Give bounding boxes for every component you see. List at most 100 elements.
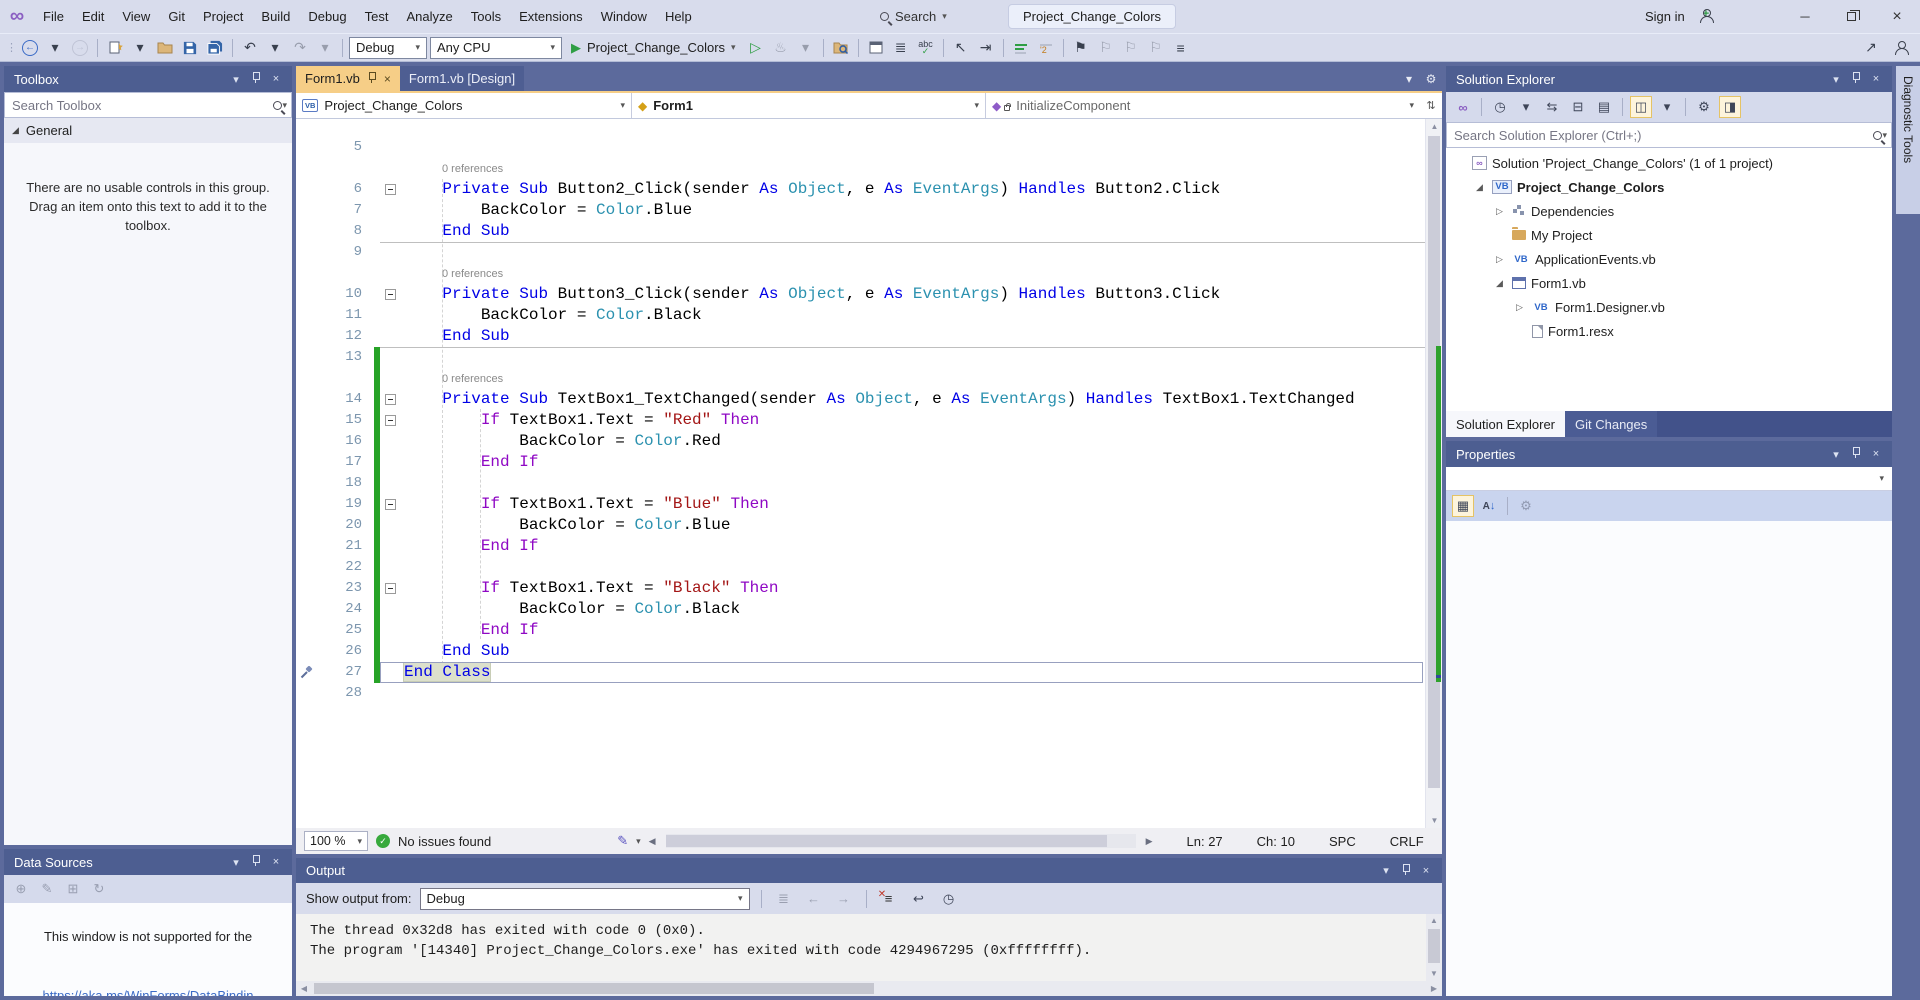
nesting-options-icon[interactable]: ◫ (1630, 96, 1652, 118)
property-pages-wrench-icon[interactable]: ⚙ (1515, 495, 1537, 517)
next-bookmark-button[interactable]: ⚐ (1120, 37, 1142, 59)
chevron-down-icon[interactable]: ▾ (942, 11, 947, 22)
find-message-icon[interactable]: ≣ (773, 888, 795, 910)
expander-collapsed-icon[interactable]: ▷ (1512, 302, 1527, 313)
code-row-23[interactable]: 23 If TextBox1.Text = "Black" Then (296, 578, 1425, 599)
save-all-button[interactable] (204, 37, 226, 59)
toolbar-overflow-button[interactable]: ≡ (1170, 37, 1192, 59)
start-without-debugging-button[interactable]: ▷ (745, 37, 767, 59)
save-button[interactable] (179, 37, 201, 59)
undo-button[interactable]: ↶ (239, 37, 261, 59)
solution-explorer-search-input[interactable] (1447, 123, 1873, 147)
window-position-chevron-icon[interactable]: ▾ (1826, 73, 1846, 86)
code-row-16[interactable]: 16 BackColor = Color.Red (296, 431, 1425, 452)
expander-expanded-icon[interactable]: ◢ (1472, 182, 1487, 193)
solution-explorer-search[interactable]: ▾ (1446, 122, 1892, 148)
start-debugging-button[interactable]: ▶ Project_Change_Colors ▾ (565, 37, 742, 59)
codelens-references[interactable]: 0 references (442, 373, 503, 385)
close-icon[interactable]: × (1866, 448, 1886, 460)
edit-data-source-icon[interactable]: ✎ (36, 878, 58, 900)
menu-build[interactable]: Build (252, 0, 299, 33)
code-row-8[interactable]: 8 End Sub (296, 221, 1425, 242)
tree-item-applicationevents-vb[interactable]: ▷VBApplicationEvents.vb (1446, 247, 1892, 271)
navigate-back-button[interactable]: ← (19, 37, 41, 59)
restore-button[interactable] (1828, 0, 1874, 33)
code-row-13[interactable]: 13 (296, 347, 1425, 368)
outlining-margin[interactable] (380, 578, 402, 599)
window-position-chevron-icon[interactable]: ▾ (226, 856, 246, 869)
code-row-18[interactable]: 18 (296, 473, 1425, 494)
close-icon[interactable]: × (266, 856, 286, 868)
code-row-12[interactable]: 12 End Sub (296, 326, 1425, 347)
solution-platform-dropdown[interactable]: Any CPU▾ (430, 37, 562, 59)
code-row-26[interactable]: 26 End Sub (296, 641, 1425, 662)
code-row-17[interactable]: 17 End If (296, 452, 1425, 473)
navigate-back-chevron-icon[interactable]: ▾ (44, 37, 66, 59)
preview-window-button[interactable] (865, 37, 887, 59)
type-dropdown[interactable]: ◆ Form1 ▾ (632, 93, 986, 118)
code-row-9[interactable]: 9 (296, 242, 1425, 263)
code-row-27[interactable]: 27End Class (296, 662, 1425, 683)
tree-item-dependencies[interactable]: ▷Dependencies (1446, 199, 1892, 223)
close-icon[interactable]: × (266, 73, 286, 85)
menu-debug[interactable]: Debug (299, 0, 355, 33)
tree-item-form1-resx[interactable]: Form1.resx (1446, 319, 1892, 343)
editor-horizontal-scrollbar[interactable] (666, 834, 1136, 848)
chevron-down-icon[interactable]: ▾ (636, 836, 641, 847)
code-row-10[interactable]: 10 Private Sub Button3_Click(sender As O… (296, 284, 1425, 305)
switch-views-icon[interactable]: ∞ (1452, 96, 1474, 118)
tab-form1-vb-design[interactable]: Form1.vb [Design] (400, 66, 524, 91)
window-position-chevron-icon[interactable]: ▾ (226, 73, 246, 86)
previous-bookmark-button[interactable]: ⚐ (1095, 37, 1117, 59)
outlining-margin[interactable] (380, 410, 402, 431)
menu-file[interactable]: File (34, 0, 73, 33)
pending-changes-filter-icon[interactable]: ◷ (1489, 96, 1511, 118)
tree-item-project-change-colors[interactable]: ◢VBProject_Change_Colors (1446, 175, 1892, 199)
pin-icon[interactable] (246, 854, 266, 870)
output-header[interactable]: Output ▾ × (296, 858, 1442, 883)
editor-options-gear-icon[interactable]: ⚙ (1420, 72, 1442, 86)
codelens-references[interactable]: 0 references (442, 268, 503, 280)
menu-help[interactable]: Help (656, 0, 701, 33)
previous-message-icon[interactable]: ← (803, 888, 825, 910)
properties-wrench-icon[interactable]: ⚙ (1693, 96, 1715, 118)
close-button[interactable]: × (1874, 0, 1920, 33)
scroll-right-icon[interactable]: ▶ (1146, 836, 1153, 847)
zoom-dropdown[interactable]: 100 %▾ (304, 831, 368, 851)
scroll-up-icon[interactable]: ▲ (1426, 119, 1442, 134)
categorized-view-icon[interactable]: ▦ (1452, 495, 1474, 517)
tree-item-my-project[interactable]: My Project (1446, 223, 1892, 247)
properties-header[interactable]: Properties ▾ × (1446, 441, 1892, 467)
comment-selection-button[interactable] (1010, 37, 1032, 59)
data-sources-header[interactable]: Data Sources ▾ × (4, 849, 292, 875)
column-indicator[interactable]: Ch: 10 (1257, 834, 1295, 849)
menu-edit[interactable]: Edit (73, 0, 113, 33)
output-vertical-scrollbar[interactable]: ▲ ▼ (1426, 914, 1442, 981)
code-row-11[interactable]: 11 BackColor = Color.Black (296, 305, 1425, 326)
pointer-mode-button[interactable]: ↖ (950, 37, 972, 59)
next-message-icon[interactable]: → (833, 888, 855, 910)
chevron-down-icon[interactable]: ▾ (282, 100, 287, 111)
add-data-source-icon[interactable]: ⊕ (10, 878, 32, 900)
properties-object-dropdown[interactable]: ▾ (1446, 467, 1892, 491)
pin-icon[interactable] (367, 71, 377, 87)
tab-form1-vb[interactable]: Form1.vb × (296, 66, 400, 91)
collapse-all-icon[interactable]: ⊟ (1567, 96, 1589, 118)
line-structure-button[interactable]: ≣ (890, 37, 912, 59)
menu-window[interactable]: Window (592, 0, 656, 33)
close-icon[interactable]: × (384, 72, 391, 86)
codelens-row[interactable]: 0 references (296, 368, 1425, 389)
tab-git-changes[interactable]: Git Changes (1565, 411, 1657, 437)
minimize-button[interactable]: ─ (1782, 0, 1828, 33)
expander-expanded-icon[interactable]: ◢ (1492, 278, 1507, 289)
chevron-down-icon[interactable]: ▾ (1882, 130, 1887, 141)
menu-project[interactable]: Project (194, 0, 252, 33)
split-window-button[interactable]: ⇅ (1420, 93, 1442, 118)
redo-chevron-icon[interactable]: ▾ (314, 37, 336, 59)
navigate-forward-button[interactable]: → (69, 37, 91, 59)
code-row-21[interactable]: 21 End If (296, 536, 1425, 557)
close-icon[interactable]: × (1416, 865, 1436, 877)
code-row-5[interactable]: 5 (296, 137, 1425, 158)
scroll-down-icon[interactable]: ▼ (1426, 813, 1442, 828)
preview-selected-items-icon[interactable]: ◨ (1719, 96, 1741, 118)
